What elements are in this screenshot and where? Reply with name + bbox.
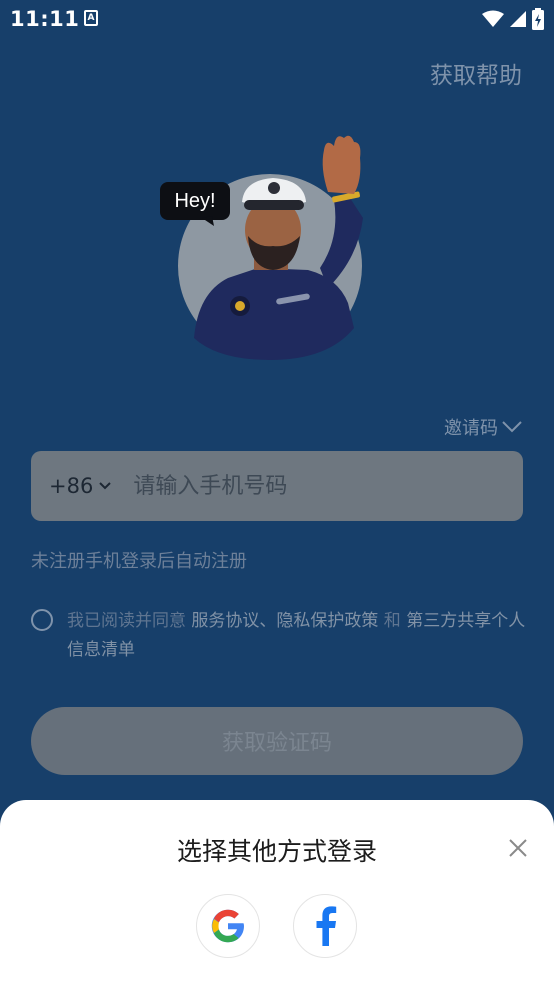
country-code-selector[interactable]: +86 bbox=[49, 474, 112, 498]
chevron-down-icon bbox=[99, 482, 112, 490]
notification-a-icon: A bbox=[84, 10, 98, 26]
privacy-policy-link[interactable]: 隐私保护政策 bbox=[276, 611, 378, 631]
hat-brim bbox=[244, 200, 304, 210]
hat-badge bbox=[268, 182, 280, 194]
invite-code-toggle[interactable]: 邀请码 bbox=[444, 414, 522, 440]
captain-waving-illustration: Hey! bbox=[160, 135, 363, 360]
close-icon[interactable] bbox=[508, 838, 528, 858]
battery-icon bbox=[532, 8, 544, 30]
facebook-icon bbox=[316, 906, 337, 946]
facebook-login-button[interactable] bbox=[293, 894, 357, 958]
country-code-label: +86 bbox=[49, 474, 94, 498]
waving-hand bbox=[322, 135, 361, 194]
status-icons bbox=[482, 8, 544, 30]
google-icon bbox=[211, 909, 244, 943]
chevron-down-icon bbox=[502, 421, 522, 433]
get-verification-code-button[interactable]: 获取验证码 bbox=[31, 707, 523, 775]
login-screen: 11:11 A 获取帮助 Hey! 邀请码 +86 请输入手机号码 未注册手机登… bbox=[0, 0, 554, 984]
agreement-prefix: 我已阅读并同意 bbox=[67, 611, 192, 631]
status-bar: 11:11 A bbox=[0, 0, 554, 38]
service-agreement-link[interactable]: 服务协议 bbox=[191, 611, 259, 631]
signal-icon bbox=[510, 11, 526, 27]
agreement-checkbox[interactable] bbox=[31, 609, 53, 631]
wifi-icon bbox=[482, 10, 504, 27]
invite-code-label: 邀请码 bbox=[444, 418, 498, 439]
other-login-sheet: 选择其他方式登录 bbox=[0, 800, 554, 984]
auto-register-hint: 未注册手机登录后自动注册 bbox=[31, 551, 247, 572]
agreement-row: 我已阅读并同意 服务协议、隐私保护政策 和 第三方共享个人信息清单 bbox=[31, 607, 526, 665]
phone-number-input[interactable] bbox=[133, 473, 464, 499]
bubble-text: Hey! bbox=[174, 190, 215, 212]
agreement-text: 我已阅读并同意 服务协议、隐私保护政策 和 第三方共享个人信息清单 bbox=[67, 607, 526, 665]
agreement-and: 和 bbox=[378, 611, 407, 631]
agreement-separator: 、 bbox=[259, 611, 277, 631]
sheet-title: 选择其他方式登录 bbox=[176, 837, 377, 866]
google-login-button[interactable] bbox=[196, 894, 260, 958]
help-link[interactable]: 获取帮助 bbox=[430, 56, 522, 90]
status-time: 11:11 bbox=[10, 7, 80, 31]
phone-field: +86 bbox=[31, 451, 523, 521]
